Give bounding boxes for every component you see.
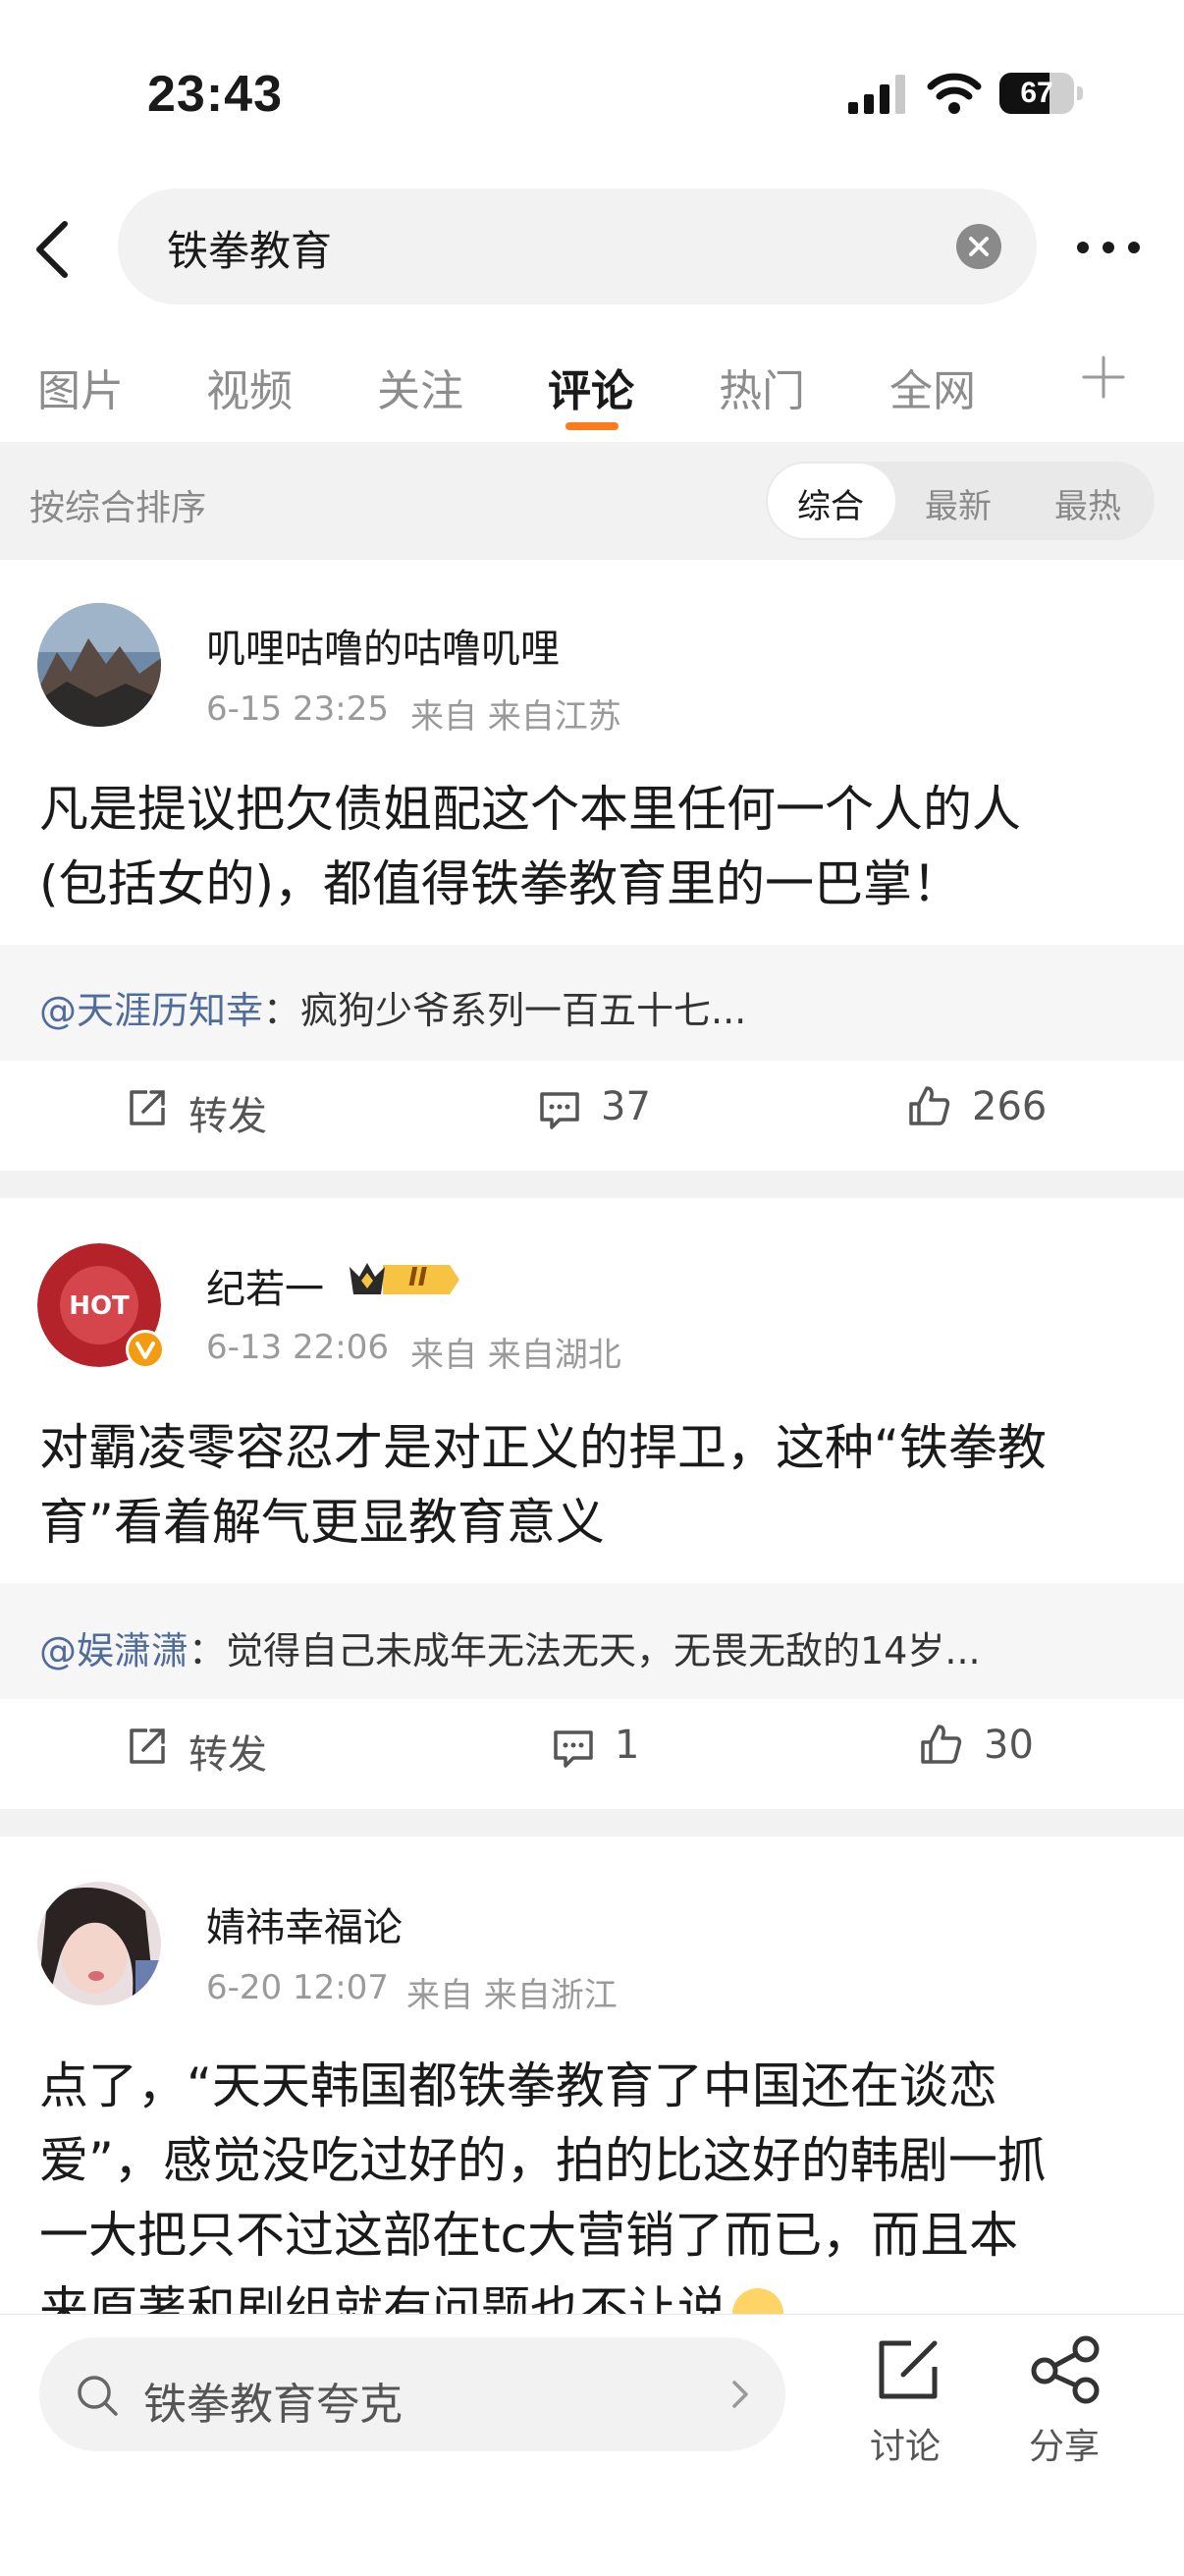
share-label[interactable]: 分享 [1029, 2418, 1100, 2469]
clear-search-button[interactable] [956, 224, 1001, 269]
avatar[interactable] [37, 603, 161, 727]
battery-icon: 67 [999, 73, 1083, 114]
status-time: 23:43 [147, 66, 283, 123]
sort-option-comprehensive[interactable]: 综合 [797, 479, 864, 527]
post-body-line: 育”看着解气更显教育意义 [39, 1494, 605, 1551]
post-body-line: 凡是提议把欠债姐配这个本里任何一个人的人 [39, 781, 1021, 838]
more-options-icon[interactable] [1074, 232, 1143, 263]
wifi-icon [927, 73, 982, 114]
comment-count[interactable]: 1 [615, 1723, 639, 1768]
like-count[interactable]: 30 [984, 1723, 1034, 1768]
post-body-line: 来原著和剧组就有问题也不让说 [39, 2273, 1149, 2314]
sort-option-hottest[interactable]: 最热 [1054, 479, 1121, 527]
discuss-icon[interactable] [874, 2337, 942, 2402]
tab-images[interactable]: 图片 [37, 356, 124, 418]
bottom-search-text[interactable]: 铁拳教育夸克 [143, 2369, 403, 2432]
post-separator [0, 1809, 1184, 1836]
discuss-label[interactable]: 讨论 [870, 2418, 941, 2469]
search-icon [78, 2376, 118, 2416]
post-body-line: 爱”，感觉没吃过好的，拍的比这好的韩剧一抓 [39, 2132, 1047, 2189]
post-body-line: (包括女的)，都值得铁拳教育里的一巴掌！ [39, 855, 962, 912]
sort-option-latest[interactable]: 最新 [925, 479, 992, 527]
quoted-post-text: @天涯历知幸：疯狗少爷系列一百五十七... [39, 980, 746, 1034]
comment-icon[interactable] [538, 1088, 581, 1131]
avatar-label: HOT [69, 1291, 130, 1321]
cellular-signal-icon [848, 75, 905, 114]
quoted-user-link[interactable]: @娱潇潇 [39, 1629, 188, 1672]
repost-icon[interactable] [126, 1086, 169, 1129]
post-source: 来自 来自湖北 [410, 1336, 621, 1375]
post-body-line: 对霸凌零容忍才是对正义的捍卫，这种“铁拳教 [39, 1419, 1047, 1476]
repost-label[interactable]: 转发 [188, 1723, 267, 1780]
member-level-badge: II [348, 1255, 465, 1304]
tab-video[interactable]: 视频 [206, 356, 293, 418]
avatar[interactable] [37, 1882, 161, 2005]
post-username[interactable]: 纪若一 [206, 1257, 324, 1314]
member-level-text: II [408, 1263, 428, 1292]
post-separator [0, 1171, 1184, 1198]
battery-percent: 67 [1020, 77, 1053, 109]
post-body-line: 一大把只不过这部在tc大营销了而已，而且本 [39, 2207, 1019, 2264]
post-username[interactable]: 叽哩咕噜的咕噜叽哩 [206, 617, 560, 674]
active-tab-indicator [565, 422, 619, 430]
back-arrow-icon[interactable] [27, 218, 77, 281]
quoted-excerpt: ：觉得自己未成年无法无天，无畏无敌的14岁... [188, 1629, 981, 1672]
repost-icon[interactable] [126, 1725, 169, 1768]
repost-label[interactable]: 转发 [188, 1084, 267, 1141]
post-body[interactable]: 凡是提议把欠债姐配这个本里任何一个人的人 (包括女的)，都值得铁拳教育里的一巴掌… [39, 772, 1149, 921]
chevron-right-icon [732, 2381, 748, 2408]
close-icon [969, 237, 989, 256]
post-date: 6-20 12:07 [206, 1968, 389, 2007]
share-icon[interactable] [1029, 2335, 1103, 2404]
sort-label: 按综合排序 [29, 488, 207, 528]
comment-icon[interactable] [552, 1726, 595, 1770]
post-date: 6-13 22:06 [206, 1328, 389, 1367]
post-source: 来自 来自江苏 [410, 697, 621, 737]
post-username[interactable]: 婧祎幸福论 [206, 1895, 403, 1952]
post-body[interactable]: 点了，“天天韩国都铁拳教育了中国还在谈恋 爱”，感觉没吃过好的，拍的比这好的韩剧… [39, 2049, 1149, 2314]
verified-badge-icon [126, 1330, 165, 1369]
comment-count[interactable]: 37 [601, 1084, 651, 1129]
quoted-excerpt: ：疯狗少爷系列一百五十七... [263, 989, 747, 1032]
tab-comments[interactable]: 评论 [548, 356, 634, 418]
post-body[interactable]: 对霸凌零容忍才是对正义的捍卫，这种“铁拳教 育”看着解气更显教育意义 [39, 1410, 1149, 1560]
quoted-post-text: @娱潇潇：觉得自己未成年无法无天，无畏无敌的14岁... [39, 1620, 981, 1674]
like-icon[interactable] [907, 1084, 950, 1127]
quoted-user-link[interactable]: @天涯历知幸 [39, 989, 263, 1032]
like-icon[interactable] [919, 1723, 962, 1766]
post-source: 来自 来自浙江 [406, 1976, 618, 2015]
post-body-line: 点了，“天天韩国都铁拳教育了中国还在谈恋 [39, 2057, 997, 2114]
post-body-text: 来原著和剧组就有问题也不让说 [39, 2281, 727, 2314]
tab-all-web[interactable]: 全网 [889, 356, 976, 418]
search-query[interactable]: 铁拳教育 [167, 218, 332, 278]
add-tab-icon[interactable] [1080, 354, 1127, 401]
tab-following[interactable]: 关注 [377, 356, 463, 418]
like-count[interactable]: 266 [972, 1084, 1047, 1129]
tab-hot[interactable]: 热门 [719, 356, 805, 418]
post-date: 6-15 23:25 [206, 689, 389, 729]
blushing-emoji-icon [732, 2287, 783, 2314]
